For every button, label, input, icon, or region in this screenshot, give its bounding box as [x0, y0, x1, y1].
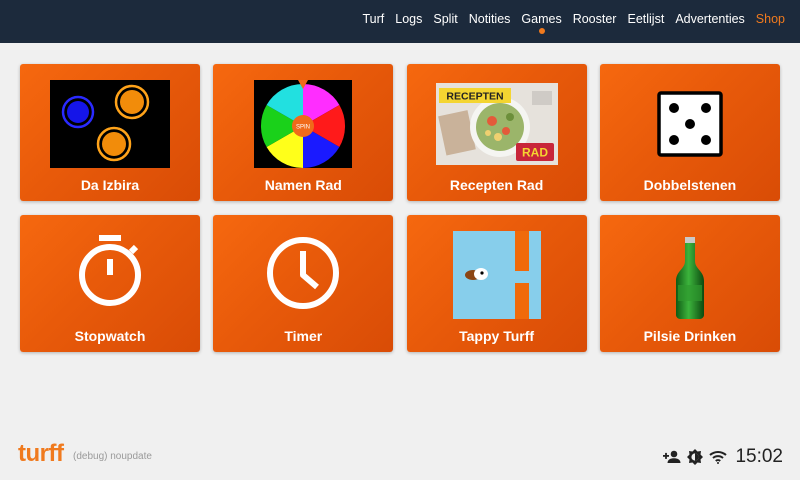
- brightness-icon[interactable]: [687, 449, 704, 465]
- nav-item-rooster[interactable]: Rooster: [573, 0, 617, 43]
- tappy-bird-image: [452, 231, 541, 319]
- dice-icon: [657, 91, 723, 157]
- debug-status-text: (debug) noupdate: [73, 451, 152, 462]
- game-tile-recepten-rad[interactable]: RECEPTEN RAD Recepten Rad: [406, 64, 587, 201]
- tile-label: Stopwatch: [74, 328, 146, 344]
- nav-menu: Turf Logs Split Notities Games Rooster E…: [352, 0, 785, 43]
- nav-item-advertenties[interactable]: Advertenties: [675, 0, 744, 43]
- wifi-icon[interactable]: [709, 450, 728, 464]
- circles-picker-image: [50, 80, 170, 168]
- top-navigation-bar: Turf Logs Split Notities Games Rooster E…: [0, 0, 800, 43]
- turff-logo: turff: [18, 440, 64, 467]
- nav-item-split[interactable]: Split: [433, 0, 457, 43]
- status-area: 15:02: [657, 445, 783, 469]
- person-add-icon[interactable]: [663, 450, 681, 464]
- tile-label: Namen Rad: [264, 177, 342, 193]
- games-grid: Da Izbira SPIN Namen Rad RECEPTEN RAD Re…: [20, 64, 780, 352]
- recipe-banner-bottom: RAD: [522, 146, 548, 160]
- active-indicator-dot: [538, 28, 545, 34]
- tile-label: Pilsie Drinken: [643, 328, 737, 344]
- game-tile-da-izbira[interactable]: Da Izbira: [20, 64, 200, 201]
- stopwatch-icon: [79, 235, 141, 306]
- tile-label: Da Izbira: [80, 177, 140, 193]
- nav-item-logs[interactable]: Logs: [395, 0, 422, 43]
- game-tile-dobbelstenen[interactable]: Dobbelstenen: [599, 64, 780, 201]
- game-tile-timer[interactable]: Timer: [213, 215, 394, 352]
- tile-label: Timer: [284, 328, 323, 344]
- clock-icon: [267, 237, 340, 309]
- game-tile-tappy-turff[interactable]: Tappy Turff: [406, 215, 587, 352]
- game-tile-namen-rad[interactable]: SPIN Namen Rad: [213, 64, 394, 201]
- spin-label: SPIN: [296, 125, 310, 131]
- nav-item-eetlijst[interactable]: Eetlijst: [627, 0, 664, 43]
- nav-item-shop[interactable]: Shop: [756, 0, 785, 43]
- clock-time: 15:02: [735, 446, 783, 467]
- game-tile-pilsie-drinken[interactable]: Pilsie Drinken: [599, 215, 780, 352]
- nav-item-games[interactable]: Games: [521, 0, 562, 43]
- tile-label: Tappy Turff: [459, 328, 535, 344]
- recipe-wheel-image: RECEPTEN RAD: [435, 83, 558, 165]
- tile-label: Dobbelstenen: [643, 177, 737, 193]
- tile-label: Recepten Rad: [449, 177, 544, 193]
- beer-bottle-icon: [675, 237, 704, 319]
- nav-item-notities[interactable]: Notities: [469, 0, 511, 43]
- nav-item-turf[interactable]: Turf: [363, 0, 385, 43]
- spin-wheel-image: SPIN: [254, 80, 353, 168]
- nav-item-games-label: Games: [521, 12, 562, 26]
- game-tile-stopwatch[interactable]: Stopwatch: [20, 215, 200, 352]
- recipe-banner-top: RECEPTEN: [446, 91, 503, 103]
